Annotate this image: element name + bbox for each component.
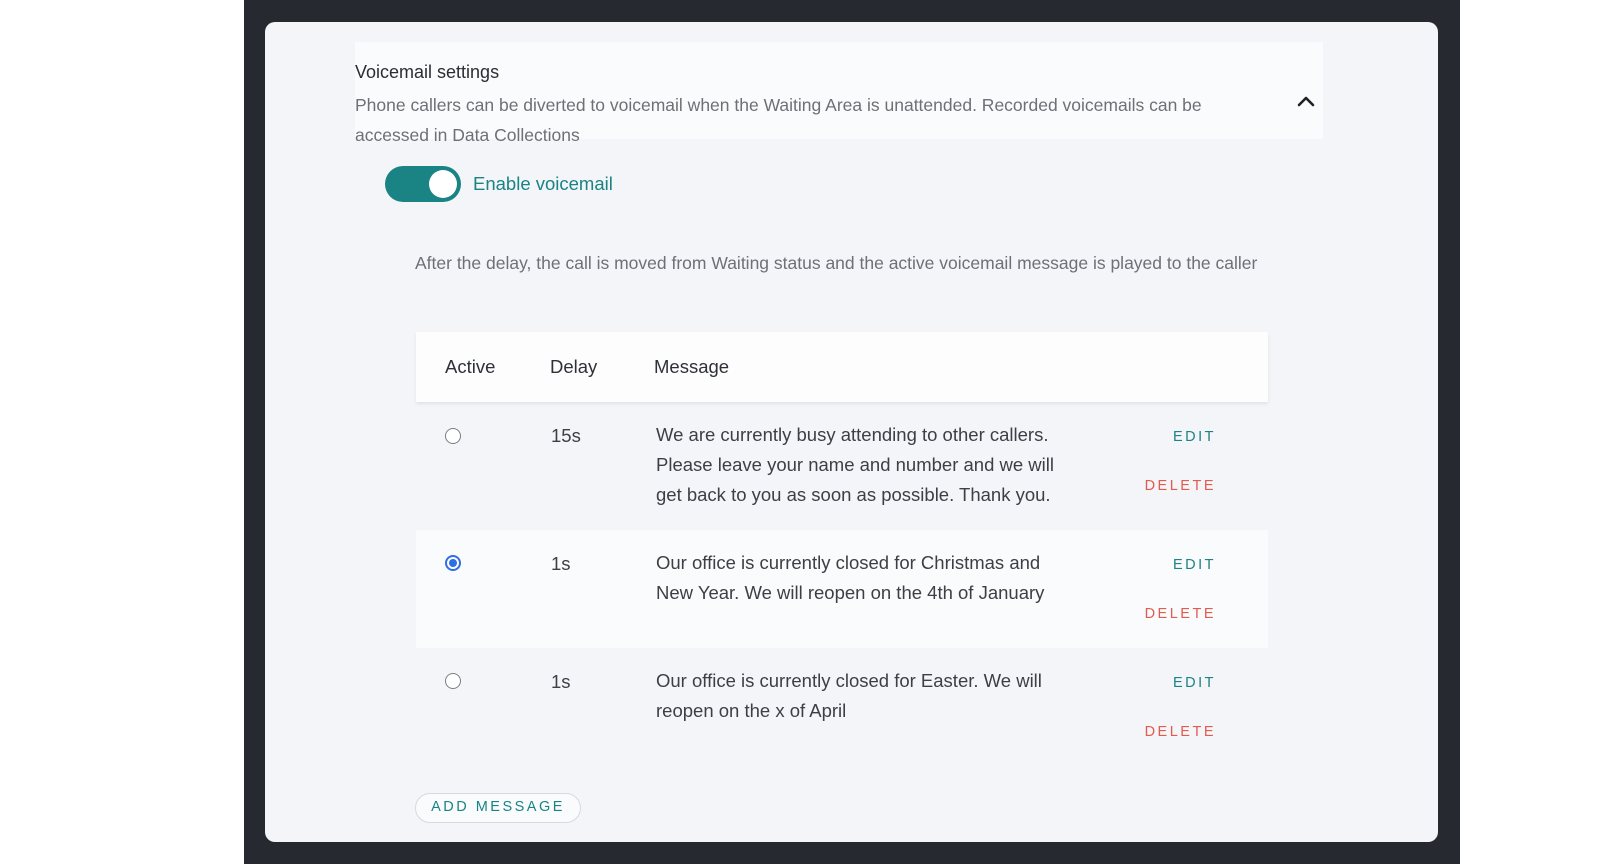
active-radio[interactable] [445,555,461,571]
active-radio[interactable] [445,673,461,689]
section-description: Phone callers can be diverted to voicema… [355,95,1202,145]
table-row: 1s Our office is currently closed for Ea… [416,648,1268,766]
enable-voicemail-row: Enable voicemail [385,166,613,202]
column-header-message: Message [654,356,730,377]
voicemail-settings-panel: Voicemail settings Phone callers can be … [265,22,1438,842]
delay-value: 1s [551,671,571,692]
column-header-delay: Delay [550,356,598,377]
delay-info-text: After the delay, the call is moved from … [415,253,1258,273]
edit-button[interactable]: EDIT [1173,675,1216,691]
toggle-knob [429,170,457,198]
add-message-button[interactable]: ADD MESSAGE [415,793,581,823]
delay-value: 15s [551,425,581,446]
column-header-active: Active [445,356,496,377]
section-title: Voicemail settings [355,62,500,82]
table-row: 1s Our office is currently closed for Ch… [416,530,1268,648]
delay-value: 1s [551,553,571,574]
edit-button[interactable]: EDIT [1173,429,1216,445]
message-text: Our office is currently closed for Easte… [656,670,1042,721]
table-row: 15s We are currently busy attending to o… [416,402,1268,530]
delete-button[interactable]: DELETE [1145,724,1216,740]
active-radio[interactable] [445,428,461,444]
edit-button[interactable]: EDIT [1173,557,1216,573]
delete-button[interactable]: DELETE [1145,606,1216,622]
enable-voicemail-toggle[interactable] [385,166,461,202]
voicemail-settings-header[interactable]: Voicemail settings Phone callers can be … [355,42,1323,145]
voicemail-messages-table: Active Delay Message 15s We are currentl… [416,332,1268,766]
message-text: Our office is currently closed for Chris… [656,552,1045,603]
delete-button[interactable]: DELETE [1145,478,1216,494]
enable-voicemail-label[interactable]: Enable voicemail [473,173,613,195]
chevron-up-icon[interactable] [1295,92,1317,110]
message-text: We are currently busy attending to other… [656,424,1054,505]
table-header: Active Delay Message [416,332,1268,402]
